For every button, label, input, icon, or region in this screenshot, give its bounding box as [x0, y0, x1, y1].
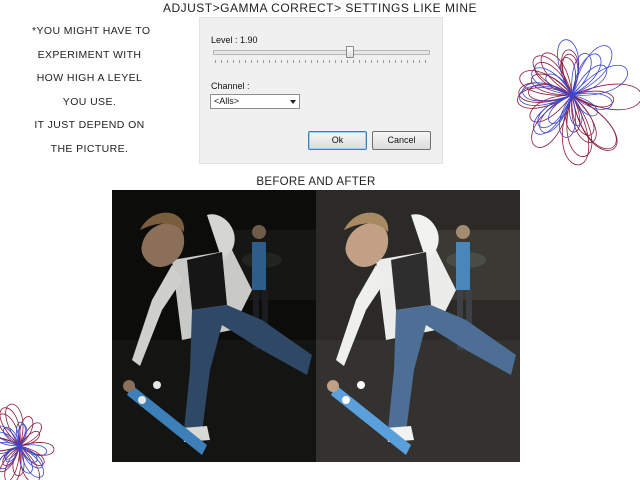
note-line: THE PICTURE. — [50, 142, 129, 155]
slider-tick — [335, 60, 336, 63]
slider-tick — [389, 60, 390, 63]
gamma-correct-dialog: Level : 1.90 Channel : <Alls> Ok Cancel — [199, 17, 443, 164]
level-slider-thumb[interactable] — [346, 46, 354, 58]
slider-tick — [263, 60, 264, 63]
after-photo — [316, 190, 520, 462]
slider-tick — [317, 60, 318, 63]
skateboarder-photo-brightened — [316, 190, 520, 462]
slider-tick — [365, 60, 366, 63]
slider-tick — [401, 60, 402, 63]
slider-tick — [323, 60, 324, 63]
slider-tick — [383, 60, 384, 63]
level-slider-track[interactable] — [213, 50, 430, 55]
scribble-loop — [561, 94, 590, 166]
slider-tick — [233, 60, 234, 63]
slider-tick — [359, 60, 360, 63]
slider-tick — [305, 60, 306, 63]
slider-tick — [299, 60, 300, 63]
slider-tick — [407, 60, 408, 63]
slider-tick — [425, 60, 426, 63]
before-after-caption: BEFORE AND AFTER — [256, 176, 376, 188]
note-line: HOW HIGH A LEYEL — [36, 72, 143, 84]
decorative-scribble-top-right — [517, 39, 640, 166]
slider-tick — [257, 60, 258, 63]
level-slider-ticks — [215, 60, 428, 64]
slider-tick — [221, 60, 222, 63]
slider-tick — [395, 60, 396, 63]
note-line: *YOU MIGHT HAVE TO — [32, 25, 151, 37]
scribble-loop — [571, 94, 618, 151]
level-label: Level : 1.90 — [211, 35, 258, 45]
slider-tick — [347, 60, 348, 63]
slider-tick — [377, 60, 378, 63]
slider-tick — [287, 60, 288, 63]
cancel-button[interactable]: Cancel — [372, 131, 431, 150]
slider-tick — [311, 60, 312, 63]
slider-tick — [281, 60, 282, 63]
slider-tick — [251, 60, 252, 63]
note-line: YOU USE. — [62, 95, 117, 108]
advice-note: *YOU MIGHT HAVE TO EXPERIMENT WITH HOW H… — [12, 20, 167, 161]
slider-tick — [341, 60, 342, 63]
before-photo — [112, 190, 316, 462]
channel-select-value: <Alls> — [214, 96, 240, 106]
slider-tick — [245, 60, 246, 63]
slider-tick — [329, 60, 330, 63]
slider-tick — [353, 60, 354, 63]
chevron-down-icon — [290, 100, 296, 104]
slider-tick — [419, 60, 420, 63]
slider-tick — [227, 60, 228, 63]
note-line: EXPERIMENT WITH — [37, 48, 142, 61]
skateboarder-photo-dark — [112, 190, 316, 462]
slider-tick — [215, 60, 216, 63]
slider-tick — [371, 60, 372, 63]
slider-tick — [269, 60, 270, 63]
channel-select[interactable]: <Alls> — [210, 94, 300, 109]
decorative-scribble-bottom-left — [0, 403, 55, 480]
ok-button[interactable]: Ok — [308, 131, 367, 150]
slider-tick — [275, 60, 276, 63]
slider-tick — [413, 60, 414, 63]
note-line: IT JUST DEPEND ON — [34, 119, 145, 131]
slider-tick — [239, 60, 240, 63]
slider-tick — [293, 60, 294, 63]
channel-label: Channel : — [211, 81, 250, 91]
